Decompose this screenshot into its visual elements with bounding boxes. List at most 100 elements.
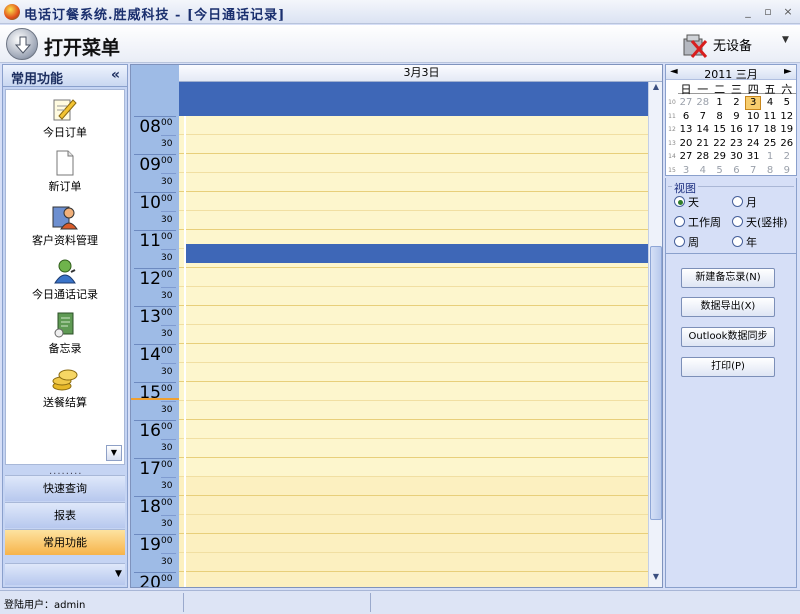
next-month-button[interactable]: ► — [784, 66, 792, 77]
nav-reports[interactable]: 报表 — [5, 502, 125, 528]
time-slot[interactable] — [179, 192, 648, 211]
scrollbar-thumb[interactable] — [650, 246, 662, 520]
down-arrow-icon[interactable] — [6, 28, 38, 60]
radio-icon[interactable] — [674, 236, 685, 247]
time-slot[interactable] — [179, 154, 648, 173]
radio-icon[interactable] — [674, 216, 685, 227]
radio-icon[interactable] — [732, 196, 743, 207]
calendar-day[interactable]: 3 — [678, 164, 694, 178]
open-menu-button[interactable]: 打开菜单 — [44, 33, 120, 60]
time-slot[interactable] — [179, 325, 648, 344]
calendar-day[interactable]: 28 — [695, 150, 711, 164]
calendar-day[interactable]: 10 — [745, 110, 761, 124]
scroll-down-icon[interactable]: ▼ — [650, 572, 662, 586]
calendar-day[interactable]: 26 — [779, 137, 795, 151]
time-slot[interactable] — [179, 363, 648, 382]
calendar-day[interactable]: 4 — [762, 96, 778, 110]
radio-icon[interactable] — [674, 196, 685, 207]
device-status[interactable]: 无设备 — [713, 35, 752, 54]
time-slot-area[interactable] — [179, 116, 648, 587]
calendar-day[interactable]: 2 — [779, 150, 795, 164]
func-item-delivery-settlement[interactable]: 送餐结算 — [6, 360, 124, 414]
func-item-new-order[interactable]: 新订单 — [6, 144, 124, 198]
calendar-day[interactable]: 2 — [728, 96, 744, 110]
prev-month-button[interactable]: ◄ — [670, 66, 678, 77]
calendar-day[interactable]: 22 — [712, 137, 728, 151]
minimize-button[interactable]: _ — [740, 4, 756, 20]
calendar-day[interactable]: 27 — [678, 150, 694, 164]
time-slot[interactable] — [179, 477, 648, 496]
time-slot[interactable] — [179, 458, 648, 477]
calendar-day[interactable]: 24 — [745, 137, 761, 151]
time-slot[interactable] — [179, 306, 648, 325]
calendar-day[interactable]: 15 — [712, 123, 728, 137]
nav-quick-search[interactable]: 快速查询 — [5, 475, 125, 501]
time-slot[interactable] — [179, 116, 648, 135]
time-slot[interactable] — [179, 496, 648, 515]
calendar-day[interactable]: 23 — [728, 137, 744, 151]
calendar-day[interactable]: 8 — [762, 164, 778, 178]
export-data-button[interactable]: 数据导出(X) — [681, 297, 775, 317]
calendar-day[interactable]: 21 — [695, 137, 711, 151]
radio-icon[interactable] — [732, 236, 743, 247]
list-scroll-down-button[interactable]: ▼ — [106, 445, 122, 461]
all-day-event-bar[interactable] — [179, 82, 648, 116]
func-item-customer-management[interactable]: 客户资料管理 — [6, 198, 124, 252]
calendar-day[interactable]: 19 — [779, 123, 795, 137]
calendar-day[interactable]: 4 — [695, 164, 711, 178]
time-slot[interactable] — [179, 439, 648, 458]
time-slot[interactable] — [179, 344, 648, 363]
calendar-day[interactable]: 28 — [695, 96, 711, 110]
calendar-day[interactable]: 1 — [762, 150, 778, 164]
time-slot[interactable] — [179, 211, 648, 230]
calendar-day[interactable]: 31 — [745, 150, 761, 164]
calendar-day[interactable]: 7 — [745, 164, 761, 178]
nav-overflow-button[interactable]: ▼ — [5, 563, 125, 585]
calendar-day[interactable]: 25 — [762, 137, 778, 151]
maximize-button[interactable]: ▫ — [760, 4, 776, 20]
calendar-day[interactable]: 1 — [712, 96, 728, 110]
selected-time-slot[interactable] — [185, 244, 648, 263]
calendar-day[interactable]: 14 — [695, 123, 711, 137]
time-slot[interactable] — [179, 515, 648, 534]
time-slot[interactable] — [179, 553, 648, 572]
chevron-down-icon[interactable]: ▼ — [782, 35, 789, 45]
new-memo-button[interactable]: 新建备忘录(N) — [681, 268, 775, 288]
close-button[interactable]: × — [780, 4, 796, 20]
calendar-day[interactable]: 8 — [712, 110, 728, 124]
calendar-day[interactable]: 11 — [762, 110, 778, 124]
radio-icon[interactable] — [732, 216, 743, 227]
func-item-memo[interactable]: 备忘录 — [6, 306, 124, 360]
calendar-day[interactable]: 7 — [695, 110, 711, 124]
scroll-up-icon[interactable]: ▲ — [650, 82, 662, 96]
calendar-day[interactable]: 5 — [712, 164, 728, 178]
func-item-call-records[interactable]: 今日通话记录 — [6, 252, 124, 306]
time-slot[interactable] — [179, 173, 648, 192]
print-button[interactable]: 打印(P) — [681, 357, 775, 377]
nav-common-functions[interactable]: 常用功能 — [5, 529, 125, 555]
calendar-day[interactable]: 12 — [779, 110, 795, 124]
calendar-day[interactable]: 29 — [712, 150, 728, 164]
calendar-day[interactable]: 5 — [779, 96, 795, 110]
vertical-scrollbar[interactable]: ▲ ▼ — [648, 82, 662, 587]
calendar-day[interactable]: 27 — [678, 96, 694, 110]
time-slot[interactable] — [179, 420, 648, 439]
calendar-day[interactable]: 9 — [728, 110, 744, 124]
time-slot[interactable] — [179, 401, 648, 420]
calendar-day[interactable]: 3 — [745, 96, 762, 110]
time-slot[interactable] — [179, 135, 648, 154]
calendar-day[interactable]: 9 — [779, 164, 795, 178]
calendar-day[interactable]: 30 — [728, 150, 744, 164]
time-slot[interactable] — [179, 572, 648, 587]
collapse-button[interactable]: « — [111, 67, 120, 83]
outlook-sync-button[interactable]: Outlook数据同步 — [681, 327, 775, 347]
time-slot[interactable] — [179, 534, 648, 553]
time-slot[interactable] — [179, 268, 648, 287]
time-slot[interactable] — [179, 287, 648, 306]
calendar-day[interactable]: 13 — [678, 123, 694, 137]
calendar-day[interactable]: 18 — [762, 123, 778, 137]
func-item-today-orders[interactable]: 今日订单 — [6, 90, 124, 144]
calendar-day[interactable]: 16 — [728, 123, 744, 137]
calendar-day[interactable]: 20 — [678, 137, 694, 151]
calendar-day[interactable]: 6 — [728, 164, 744, 178]
